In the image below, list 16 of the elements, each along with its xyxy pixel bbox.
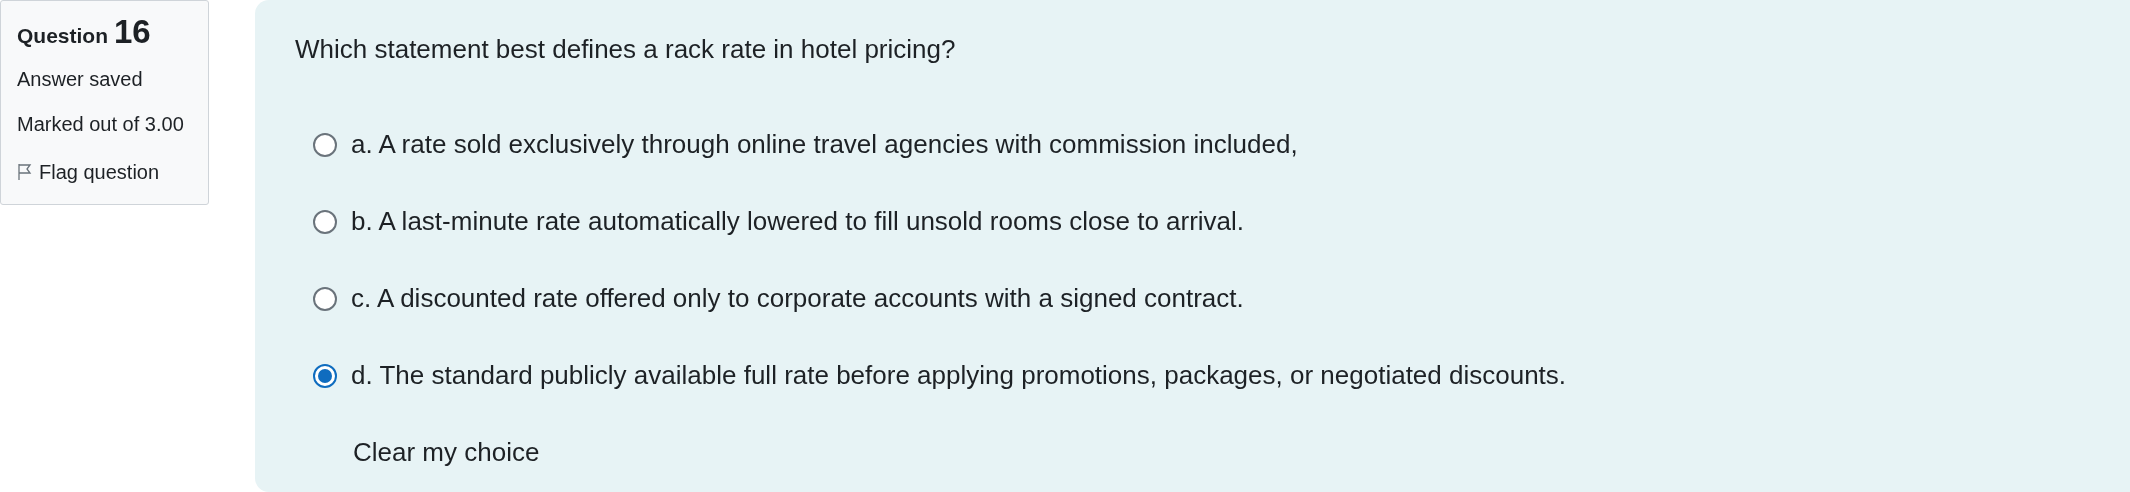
status-text: Answer saved	[17, 66, 144, 92]
question-label: Question	[17, 23, 108, 49]
option-text[interactable]: b. A last-minute rate automatically lowered to fill unsold rooms close to arrival.	[351, 202, 1245, 241]
flag-question-button[interactable]: Flag question	[17, 153, 192, 190]
option-text[interactable]: c. A discounted rate offered only to corporate accounts with a signed contract.	[351, 279, 1244, 318]
radio-button[interactable]	[313, 209, 337, 234]
option-text[interactable]: a. A rate sold exclusively through online travel agencies with commission included,	[351, 125, 1298, 164]
question-text: Which statement best defines a rack rate in hotel pricing?	[295, 33, 957, 66]
flag-icon	[17, 162, 33, 181]
radio-button[interactable]	[313, 132, 337, 157]
radio-button[interactable]	[313, 286, 337, 311]
option-text[interactable]: d. The standard publicly available full rate before applying promotions, packages, or negotiated discounts.	[351, 356, 1567, 395]
radio-button[interactable]	[313, 363, 337, 388]
marks-text: Marked out of 3.00	[17, 111, 185, 137]
clear-choice-link[interactable]: Clear my choice	[353, 433, 540, 472]
question-number: 16	[114, 15, 151, 48]
